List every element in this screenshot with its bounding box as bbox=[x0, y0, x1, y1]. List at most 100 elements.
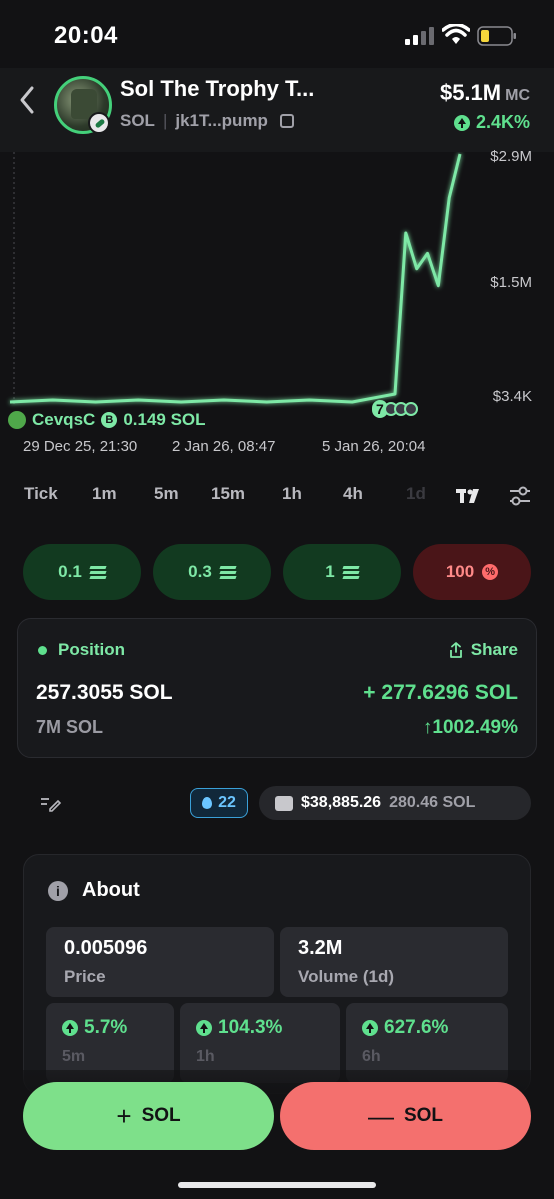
timeframe-tick[interactable]: Tick bbox=[24, 484, 58, 504]
x-axis-label: 5 Jan 26, 20:04 bbox=[322, 438, 426, 455]
change-label: 5m bbox=[62, 1048, 86, 1065]
home-indicator[interactable] bbox=[178, 1182, 376, 1188]
price-line bbox=[9, 153, 462, 404]
contract-address[interactable]: jk1T...pump bbox=[175, 111, 268, 131]
token-subtitle: SOL | jk1T...pump bbox=[120, 111, 294, 131]
arrow-up-circle-icon bbox=[196, 1020, 212, 1036]
quick-buy-button[interactable]: 0.1 bbox=[23, 544, 141, 600]
change-value: 5.7% bbox=[62, 1017, 127, 1039]
wallet-usd: $38,885.26 bbox=[301, 794, 382, 811]
price-value: 0.005096 bbox=[64, 937, 148, 959]
edit-icon[interactable] bbox=[40, 794, 62, 812]
plus-icon: + bbox=[116, 1101, 132, 1131]
wifi-icon bbox=[442, 24, 470, 44]
trader-avatar bbox=[403, 402, 418, 416]
percent-icon: % bbox=[482, 564, 499, 580]
price-label: Price bbox=[64, 967, 106, 986]
share-icon bbox=[449, 642, 462, 658]
y-axis-label: $1.5M bbox=[490, 274, 532, 291]
info-icon: i bbox=[48, 881, 68, 901]
position-amount: 257.3055 SOL bbox=[36, 681, 173, 704]
trader-marker[interactable]: CevqsC B 0.149 SOL bbox=[8, 410, 206, 430]
battery-icon bbox=[477, 26, 516, 46]
y-axis-label: $3.4K bbox=[492, 388, 532, 405]
token-header: Sol The Trophy T... SOL | jk1T...pump $5… bbox=[0, 68, 554, 152]
token-name: Sol The Trophy T... bbox=[120, 76, 315, 101]
market-cap-label: MC bbox=[505, 87, 530, 104]
wallet-sol: 280.46 SOL bbox=[389, 794, 476, 811]
timeframe-selector: Tick 1m 5m 15m 1h 4h 1d bbox=[0, 484, 554, 514]
volume-stat: 3.2M Volume (1d) bbox=[280, 927, 508, 997]
change-value: 104.3% bbox=[196, 1017, 282, 1039]
chain-label: SOL bbox=[120, 111, 155, 130]
timeframe-15m[interactable]: 15m bbox=[211, 484, 245, 504]
sell-button[interactable]: — SOL bbox=[280, 1082, 531, 1150]
buy-label: SOL bbox=[141, 1105, 181, 1126]
about-card: i About 0.005096 Price 3.2M Volume (1d) … bbox=[23, 854, 531, 1094]
y-axis-label: $2.9M bbox=[490, 148, 532, 165]
volume-value: 3.2M bbox=[298, 937, 343, 959]
position-pnl-percent: ↑1002.49% bbox=[422, 717, 518, 738]
about-title: About bbox=[82, 879, 140, 901]
wallet-row: 22 $38,885.26 280.46 SOL bbox=[0, 786, 554, 820]
timeframe-1d[interactable]: 1d bbox=[406, 484, 426, 504]
chart-settings-icon[interactable] bbox=[508, 485, 532, 507]
gas-value: 22 bbox=[218, 794, 236, 811]
quick-buy-amount: 0.3 bbox=[188, 562, 212, 581]
position-title: Position bbox=[58, 640, 126, 659]
change-value: 627.6% bbox=[362, 1017, 448, 1039]
sol-icon bbox=[89, 566, 107, 579]
change-label: 1h bbox=[196, 1048, 215, 1065]
arrow-up-circle-icon bbox=[453, 114, 470, 131]
wallet-balance[interactable]: $38,885.26 280.46 SOL bbox=[259, 786, 531, 820]
timeframe-5m[interactable]: 5m bbox=[154, 484, 179, 504]
arrow-up-circle-icon bbox=[362, 1020, 378, 1036]
quick-sell-button[interactable]: 100 % bbox=[413, 544, 531, 600]
wallet-icon bbox=[275, 795, 293, 811]
gas-badge[interactable]: 22 bbox=[190, 788, 248, 818]
timeframe-1m[interactable]: 1m bbox=[92, 484, 117, 504]
status-time: 20:04 bbox=[54, 22, 118, 49]
buy-button[interactable]: + SOL bbox=[23, 1082, 274, 1150]
quick-buy-button[interactable]: 1 bbox=[283, 544, 401, 600]
share-button[interactable]: Share bbox=[449, 640, 518, 660]
tradingview-icon[interactable] bbox=[456, 487, 482, 505]
quick-buy-amount: 1 bbox=[325, 562, 335, 581]
quick-sell-amount: 100 bbox=[445, 562, 475, 581]
position-pnl: + 277.6296 SOL bbox=[363, 681, 518, 704]
cellular-signal-icon bbox=[405, 27, 434, 45]
change-value: 2.4K% bbox=[475, 112, 530, 132]
market-cap-value: $5.1M bbox=[439, 80, 502, 105]
market-cap: $5.1M MC bbox=[440, 80, 530, 106]
sell-label: SOL bbox=[403, 1105, 444, 1126]
trader-name: CevqsC bbox=[32, 410, 96, 429]
price-stat: 0.005096 Price bbox=[46, 927, 274, 997]
position-mc: 7M SOL bbox=[36, 717, 104, 737]
position-card: Position Share 257.3055 SOL + 277.6296 S… bbox=[17, 618, 537, 758]
trader-avatar bbox=[8, 411, 26, 429]
sol-icon bbox=[342, 566, 360, 579]
arrow-up-circle-icon bbox=[62, 1020, 78, 1036]
x-axis-label: 29 Dec 25, 21:30 bbox=[23, 438, 138, 455]
price-chart[interactable]: $2.9M $1.5M $3.4K 29 Dec 25, 21:30 2 Jan… bbox=[0, 148, 554, 462]
quick-buy-button[interactable]: 0.3 bbox=[153, 544, 271, 600]
status-dot bbox=[38, 646, 47, 655]
volume-label: Volume (1d) bbox=[298, 967, 395, 986]
back-button[interactable] bbox=[12, 82, 44, 118]
timeframe-4h[interactable]: 4h bbox=[343, 484, 363, 504]
x-axis-label: 2 Jan 26, 08:47 bbox=[172, 438, 276, 455]
change-label: 6h bbox=[362, 1048, 381, 1065]
market-cap-change: 2.4K% bbox=[453, 112, 530, 133]
minus-icon: — bbox=[367, 1101, 394, 1131]
timeframe-1h[interactable]: 1h bbox=[282, 484, 302, 504]
trader-amount: 0.149 SOL bbox=[123, 410, 206, 429]
sol-icon bbox=[219, 566, 237, 579]
trade-cluster-marker[interactable]: 7 bbox=[372, 399, 418, 419]
divider: | bbox=[162, 111, 168, 130]
share-label: Share bbox=[470, 640, 518, 659]
copy-icon[interactable] bbox=[279, 114, 294, 128]
buy-badge: B bbox=[101, 412, 118, 428]
drop-icon bbox=[202, 797, 213, 809]
pill-icon bbox=[88, 112, 110, 134]
quick-buy-amount: 0.1 bbox=[58, 562, 82, 581]
